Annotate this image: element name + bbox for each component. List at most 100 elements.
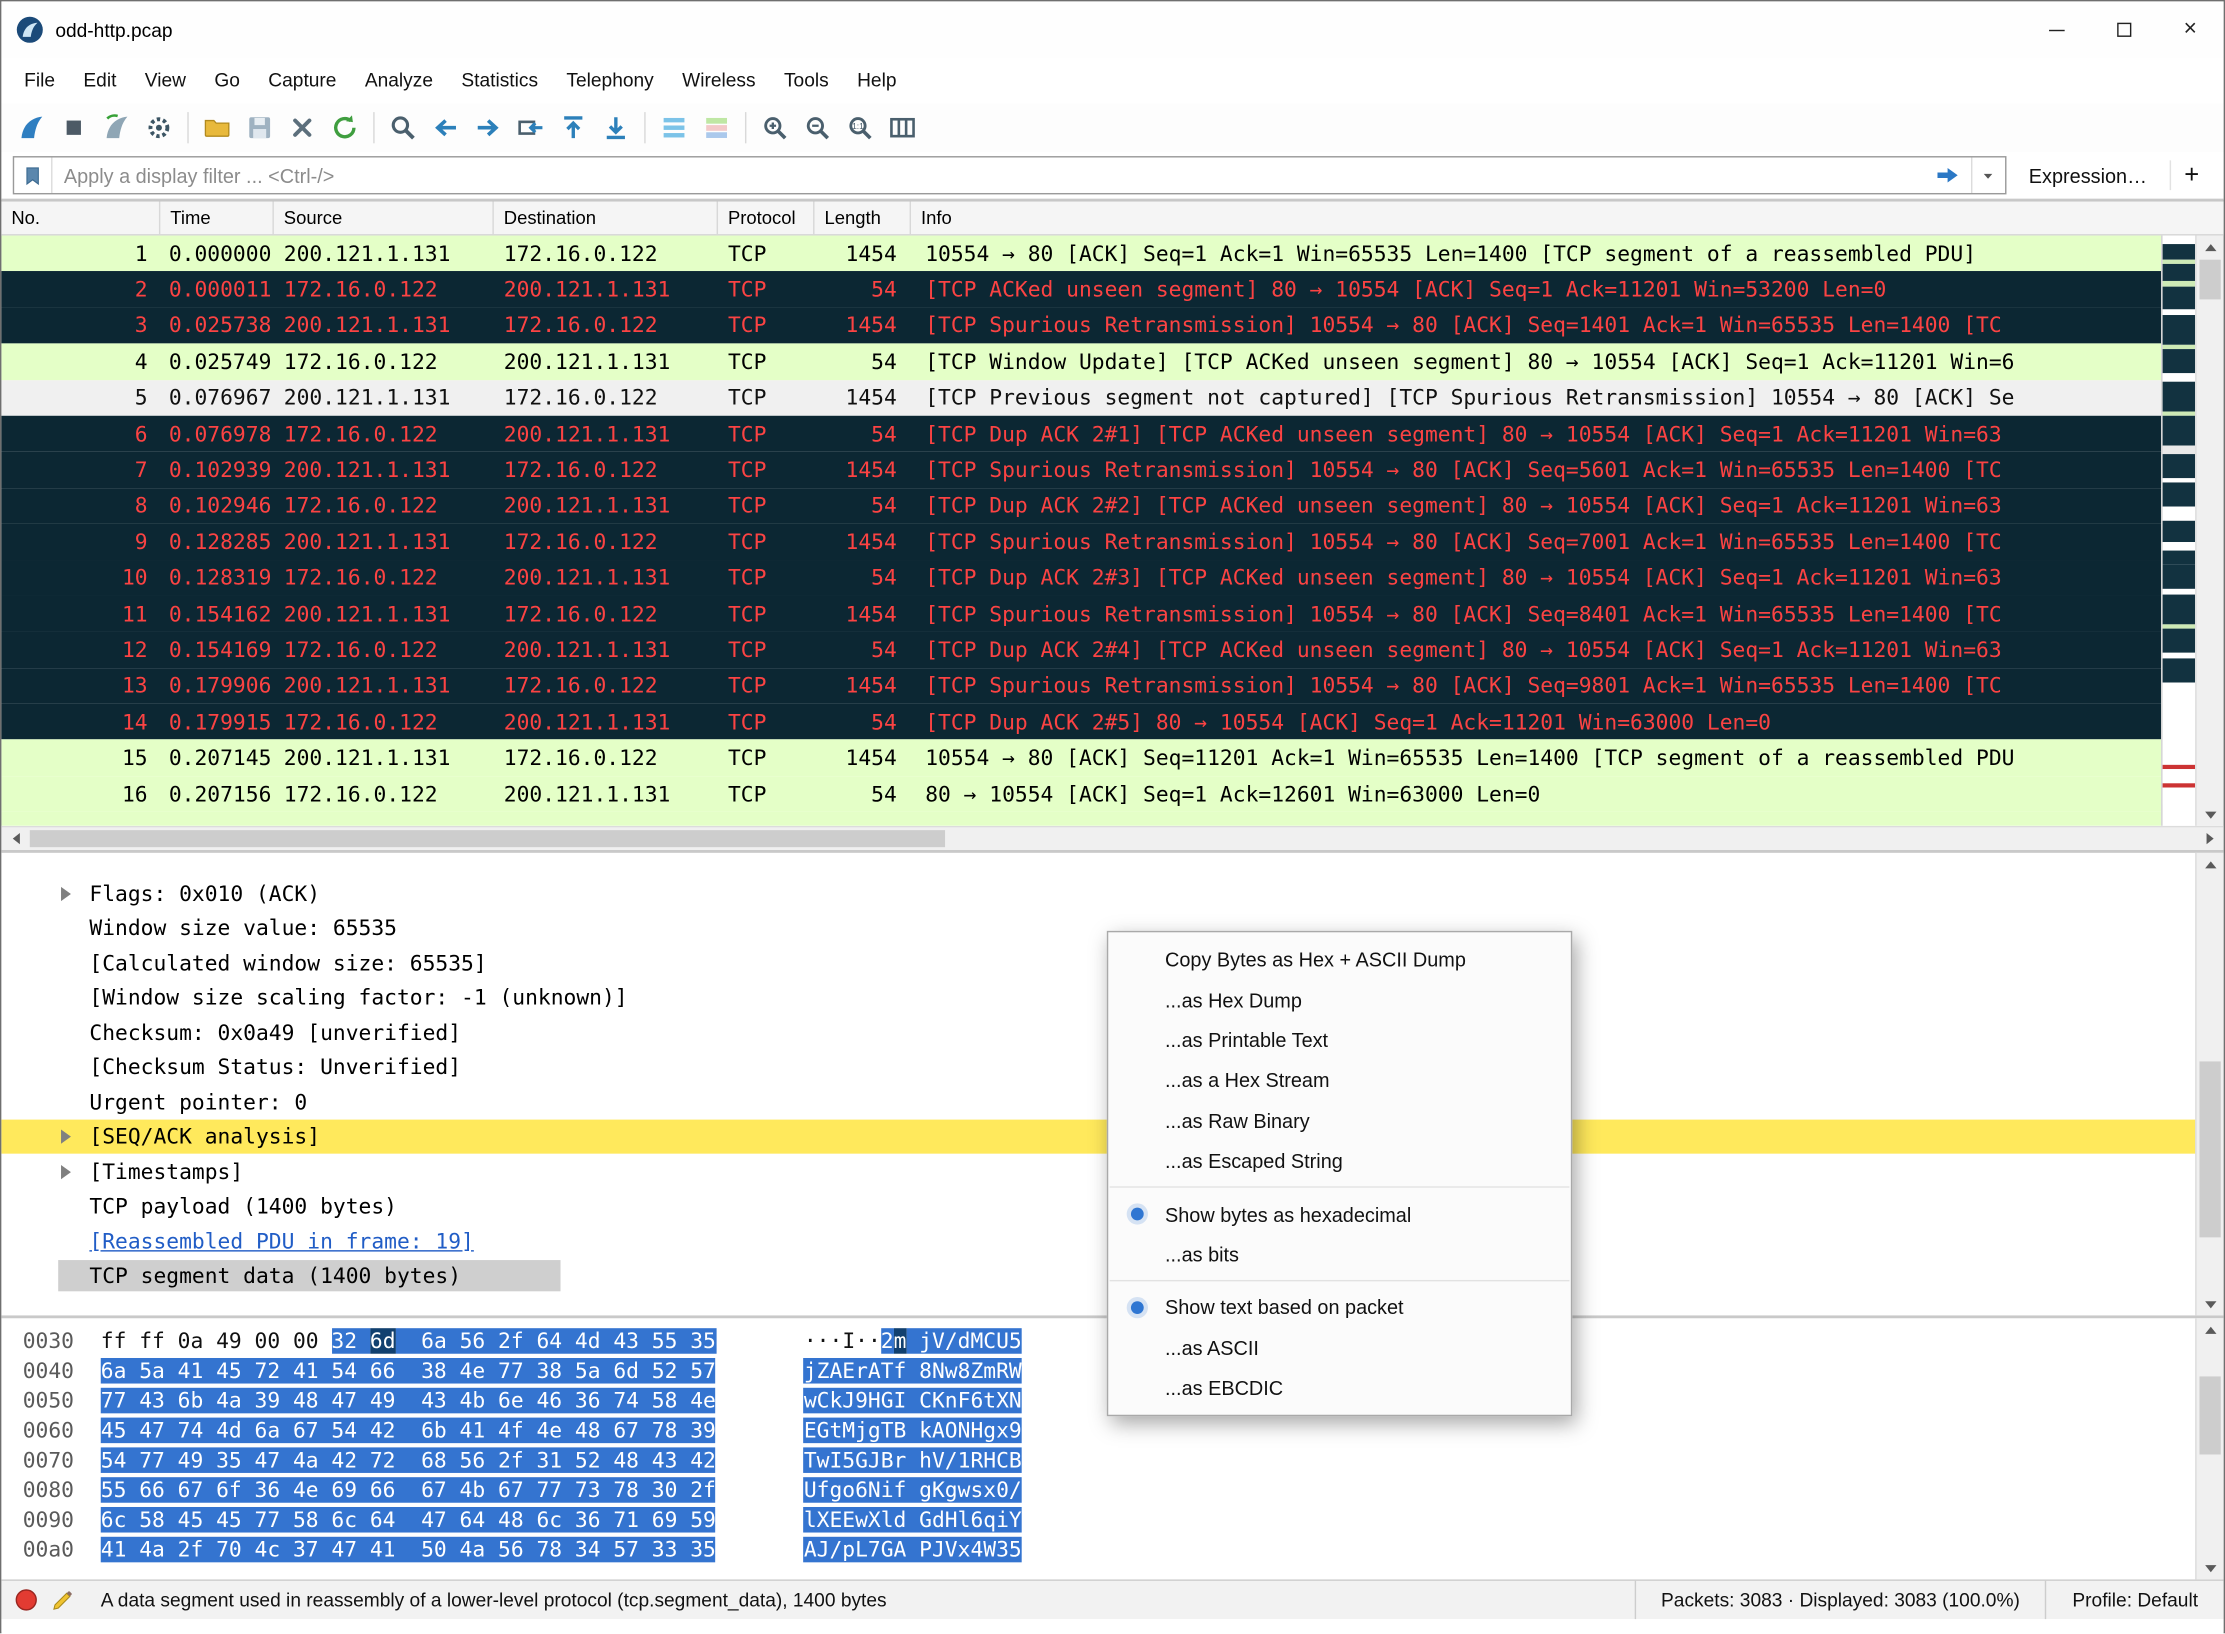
- hex-scroll-thumb[interactable]: [2199, 1376, 2220, 1454]
- expand-arrow-icon[interactable]: [61, 1164, 71, 1178]
- details-scroll-down-icon[interactable]: [2197, 1293, 2224, 1316]
- column-header-source[interactable]: Source: [274, 201, 494, 234]
- packet-row[interactable]: 60.076978172.16.0.122200.121.1.131TCP54[…: [1, 416, 2161, 452]
- hex-row[interactable]: 00a041 4a 2f 70 4c 37 47 41 50 4a 56 78 …: [1, 1536, 2223, 1566]
- context-menu-item[interactable]: ...as bits: [1108, 1234, 1571, 1274]
- hex-row[interactable]: 008055 66 67 6f 36 4e 69 66 67 4b 67 77 …: [1, 1476, 2223, 1506]
- colorize-icon[interactable]: [698, 109, 735, 146]
- packet-row[interactable]: 100.128319172.16.0.122200.121.1.131TCP54…: [1, 560, 2161, 596]
- apply-filter-arrow-icon[interactable]: [1925, 158, 1970, 193]
- details-scroll-thumb[interactable]: [2199, 1062, 2220, 1238]
- column-header-info[interactable]: Info: [911, 201, 2224, 234]
- menu-item-statistics[interactable]: Statistics: [447, 60, 552, 103]
- bookmark-icon[interactable]: [14, 158, 52, 193]
- profile-label[interactable]: Profile: Default: [2045, 1581, 2223, 1619]
- context-menu-item[interactable]: ...as Raw Binary: [1108, 1101, 1571, 1141]
- find-packet-icon[interactable]: [385, 109, 422, 146]
- scroll-down-arrow-icon[interactable]: [2197, 804, 2224, 827]
- go-first-icon[interactable]: [555, 109, 592, 146]
- packet-row-partial[interactable]: [1, 812, 2161, 826]
- scroll-up-arrow-icon[interactable]: [2197, 236, 2224, 259]
- auto-scroll-icon[interactable]: [656, 109, 693, 146]
- menu-item-wireless[interactable]: Wireless: [668, 60, 770, 103]
- start-capture-icon[interactable]: [13, 109, 50, 146]
- details-scroll-up-icon[interactable]: [2197, 853, 2224, 876]
- close-file-icon[interactable]: [284, 109, 321, 146]
- hex-row[interactable]: 007054 77 49 35 47 4a 42 72 68 56 2f 31 …: [1, 1447, 2223, 1477]
- packet-row[interactable]: 120.154169172.16.0.122200.121.1.131TCP54…: [1, 632, 2161, 668]
- go-last-icon[interactable]: [597, 109, 634, 146]
- capture-comment-pencil-icon[interactable]: [50, 1588, 76, 1614]
- go-forward-icon[interactable]: [470, 109, 507, 146]
- packet-row[interactable]: 70.102939200.121.1.131172.16.0.122TCP145…: [1, 452, 2161, 488]
- display-filter-input[interactable]: Apply a display filter ... <Ctrl-/>: [13, 156, 2006, 194]
- scroll-right-arrow-icon[interactable]: [2195, 828, 2223, 851]
- restart-capture-icon[interactable]: [98, 109, 135, 146]
- context-menu-item[interactable]: Show text based on packet: [1108, 1287, 1571, 1327]
- hscroll-track[interactable]: [30, 828, 2195, 851]
- stop-capture-icon[interactable]: [55, 109, 92, 146]
- packet-row[interactable]: 160.207156172.16.0.122200.121.1.131TCP54…: [1, 776, 2161, 812]
- close-button[interactable]: ×: [2157, 1, 2224, 58]
- column-header-protocol[interactable]: Protocol: [718, 201, 814, 234]
- packet-row[interactable]: 80.102946172.16.0.122200.121.1.131TCP54[…: [1, 488, 2161, 524]
- resize-columns-icon[interactable]: [884, 109, 921, 146]
- open-file-icon[interactable]: [199, 109, 236, 146]
- capture-options-icon[interactable]: [140, 109, 177, 146]
- vscroll-thumb[interactable]: [2199, 260, 2220, 300]
- expert-info-icon[interactable]: [16, 1590, 37, 1611]
- minimize-button[interactable]: [2024, 1, 2091, 58]
- context-menu-item[interactable]: Copy Bytes as Hex + ASCII Dump: [1108, 939, 1571, 979]
- packet-row[interactable]: 140.179915172.16.0.122200.121.1.131TCP54…: [1, 704, 2161, 740]
- context-menu-item[interactable]: Show bytes as hexadecimal: [1108, 1194, 1571, 1234]
- context-menu-item[interactable]: ...as Escaped String: [1108, 1141, 1571, 1181]
- menu-item-file[interactable]: File: [10, 60, 69, 103]
- expand-arrow-icon[interactable]: [61, 1130, 71, 1144]
- go-back-icon[interactable]: [427, 109, 464, 146]
- details-scrollbar[interactable]: [2195, 853, 2223, 1316]
- hscroll-thumb[interactable]: [30, 831, 945, 848]
- packet-row[interactable]: 50.076967200.121.1.131172.16.0.122TCP145…: [1, 380, 2161, 416]
- expression-button[interactable]: Expression…: [2017, 164, 2158, 187]
- menu-item-capture[interactable]: Capture: [254, 60, 351, 103]
- menu-item-go[interactable]: Go: [200, 60, 254, 103]
- menu-item-telephony[interactable]: Telephony: [552, 60, 668, 103]
- packet-list-hscrollbar[interactable]: [1, 826, 2223, 850]
- maximize-button[interactable]: [2090, 1, 2157, 58]
- packet-minimap[interactable]: [2161, 236, 2195, 827]
- hex-row[interactable]: 00906c 58 45 45 77 58 6c 64 47 64 48 6c …: [1, 1506, 2223, 1536]
- context-menu-item[interactable]: ...as Hex Dump: [1108, 980, 1571, 1020]
- packet-row[interactable]: 130.179906200.121.1.131172.16.0.122TCP14…: [1, 668, 2161, 704]
- packet-row[interactable]: 20.000011172.16.0.122200.121.1.131TCP54[…: [1, 272, 2161, 308]
- add-filter-button[interactable]: +: [2170, 160, 2213, 190]
- packet-row[interactable]: 30.025738200.121.1.131172.16.0.122TCP145…: [1, 308, 2161, 344]
- packet-row[interactable]: 40.025749172.16.0.122200.121.1.131TCP54[…: [1, 344, 2161, 380]
- go-to-packet-icon[interactable]: [512, 109, 549, 146]
- column-header-time[interactable]: Time: [160, 201, 274, 234]
- hex-scrollbar[interactable]: [2195, 1319, 2223, 1580]
- packet-row[interactable]: 90.128285200.121.1.131172.16.0.122TCP145…: [1, 524, 2161, 560]
- context-menu-item[interactable]: ...as EBCDIC: [1108, 1368, 1571, 1408]
- menu-item-help[interactable]: Help: [843, 60, 911, 103]
- packet-list-scrollbar[interactable]: [2195, 236, 2223, 827]
- hex-scroll-up-icon[interactable]: [2197, 1319, 2224, 1342]
- zoom-original-icon[interactable]: 1:1: [841, 109, 878, 146]
- zoom-out-icon[interactable]: [799, 109, 836, 146]
- scroll-left-arrow-icon[interactable]: [1, 828, 29, 851]
- reload-icon[interactable]: [326, 109, 363, 146]
- context-menu-item[interactable]: ...as Printable Text: [1108, 1020, 1571, 1060]
- packet-row[interactable]: 110.154162200.121.1.131172.16.0.122TCP14…: [1, 596, 2161, 632]
- filter-dropdown-caret-icon[interactable]: [1971, 158, 2005, 193]
- expand-arrow-icon[interactable]: [61, 886, 71, 900]
- packet-row[interactable]: 10.000000200.121.1.131172.16.0.122TCP145…: [1, 236, 2161, 272]
- detail-line[interactable]: Flags: 0x010 (ACK): [1, 876, 2223, 911]
- save-file-icon[interactable]: [241, 109, 278, 146]
- menu-item-tools[interactable]: Tools: [770, 60, 843, 103]
- hex-row[interactable]: 006045 47 74 4d 6a 67 54 42 6b 41 4f 4e …: [1, 1417, 2223, 1447]
- column-header-no[interactable]: No.: [1, 201, 160, 234]
- context-menu-item[interactable]: ...as a Hex Stream: [1108, 1060, 1571, 1100]
- context-menu-item[interactable]: ...as ASCII: [1108, 1328, 1571, 1368]
- column-header-length[interactable]: Length: [815, 201, 911, 234]
- hex-scroll-down-icon[interactable]: [2197, 1557, 2224, 1580]
- packet-row[interactable]: 150.207145200.121.1.131172.16.0.122TCP14…: [1, 740, 2161, 776]
